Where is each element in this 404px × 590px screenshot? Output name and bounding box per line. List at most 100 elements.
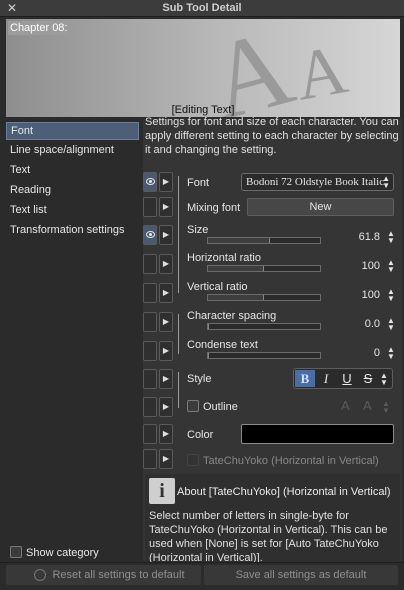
tatechuyoko-row: ▶ TateChuYoko (Horizontal in Vertical)	[143, 449, 402, 471]
horizontal-ratio-spin-icon[interactable]: ▲ ▼	[386, 259, 396, 274]
underline-button[interactable]: U	[337, 370, 357, 387]
save-all-button[interactable]: Save all settings as default	[204, 565, 398, 585]
outline-label: Outline	[203, 401, 238, 413]
size-spin-icon[interactable]: ▲ ▼	[386, 230, 396, 245]
title-bar: ✕ Sub Tool Detail	[0, 0, 404, 17]
expand-arrow-icon[interactable]: ▶	[159, 197, 173, 217]
expand-arrow-icon[interactable]: ▶	[159, 397, 173, 417]
expand-arrow-icon[interactable]: ▶	[159, 225, 173, 245]
reset-icon	[34, 569, 46, 581]
condense-text-label: Condense text	[187, 339, 258, 351]
outline-a-icon[interactable]: A	[341, 398, 350, 413]
outline-a-filled-icon[interactable]: A	[363, 398, 372, 413]
italic-button[interactable]: I	[316, 370, 336, 387]
category-font[interactable]: Font	[6, 122, 139, 140]
category-transformation[interactable]: Transformation settings	[6, 221, 139, 239]
expand-arrow-icon[interactable]: ▶	[159, 449, 173, 469]
eye-icon[interactable]	[143, 397, 157, 417]
eye-icon[interactable]	[143, 312, 157, 332]
horizontal-ratio-value[interactable]: 100	[362, 260, 380, 272]
category-reading[interactable]: Reading	[6, 181, 139, 199]
condense-text-value[interactable]: 0	[374, 347, 380, 359]
size-slider[interactable]	[207, 237, 321, 244]
mixing-font-row: ▶ Mixing font New	[143, 197, 402, 219]
condense-text-spin-icon[interactable]: ▲ ▼	[386, 346, 396, 361]
expand-arrow-icon[interactable]: ▶	[159, 172, 173, 192]
eye-icon[interactable]	[143, 424, 157, 444]
strikethrough-button[interactable]: S	[358, 370, 378, 387]
expand-arrow-icon[interactable]: ▶	[159, 424, 173, 444]
about-text: Select number of letters in single-byte …	[149, 510, 388, 564]
condense-text-slider[interactable]	[207, 352, 321, 359]
category-list: Font Line space/alignment Text Reading T…	[6, 119, 141, 561]
tatechuyoko-toggle[interactable]: TateChuYoko (Horizontal in Vertical)	[187, 454, 379, 467]
character-spacing-spin-icon[interactable]: ▲ ▼	[386, 317, 396, 332]
outline-checkbox[interactable]	[187, 400, 199, 412]
show-category-label: Show category	[26, 547, 99, 559]
eye-icon[interactable]	[143, 449, 157, 469]
horizontal-ratio-label: Horizontal ratio	[187, 252, 261, 264]
vertical-ratio-spin-icon[interactable]: ▲ ▼	[386, 288, 396, 303]
expand-arrow-icon[interactable]: ▶	[159, 254, 173, 274]
category-text-list[interactable]: Text list	[6, 201, 139, 219]
info-icon: i	[149, 478, 175, 504]
expand-arrow-icon[interactable]: ▶	[159, 369, 173, 389]
eye-icon[interactable]	[143, 341, 157, 361]
style-buttons: B I U S ▲ ▼	[293, 368, 393, 389]
expand-arrow-icon[interactable]: ▶	[159, 283, 173, 303]
style-spin-icon[interactable]: ▲ ▼	[379, 372, 389, 387]
vertical-ratio-label: Vertical ratio	[187, 281, 248, 293]
outline-spin-icon[interactable]: ▲ ▼	[381, 400, 391, 415]
font-select-spin-icon: ▲ ▼	[382, 174, 390, 190]
preview-chapter-label: Chapter 08:	[8, 21, 70, 35]
eye-icon[interactable]	[143, 225, 157, 245]
show-category-checkbox[interactable]	[10, 546, 22, 558]
mixing-font-label: Mixing font	[187, 202, 241, 214]
font-select-value: Bodoni 72 Oldstyle Book Italic	[246, 176, 385, 188]
about-heading: About [TateChuYoko] (Horizontal in Verti…	[177, 486, 391, 498]
about-box: i About [TateChuYoko] (Horizontal in Ver…	[145, 474, 400, 564]
footer-bar: Reset all settings to default Save all s…	[0, 562, 404, 590]
outline-buttons: A A ▲ ▼	[335, 396, 393, 416]
style-label: Style	[187, 373, 212, 385]
vertical-ratio-slider[interactable]	[207, 294, 321, 301]
reset-all-button[interactable]: Reset all settings to default	[6, 565, 201, 585]
preview-glyph-large: A	[196, 19, 305, 117]
font-select[interactable]: Bodoni 72 Oldstyle Book Italic ▲ ▼	[241, 173, 394, 191]
bold-button[interactable]: B	[295, 370, 315, 387]
condense-text-row: ▶ Condense text 0 ▲ ▼	[143, 339, 402, 365]
color-swatch[interactable]	[241, 424, 394, 444]
character-spacing-value[interactable]: 0.0	[365, 318, 380, 330]
show-category-toggle[interactable]: Show category	[10, 546, 99, 559]
text-preview: A A Chapter 08: [Editing Text]	[6, 19, 400, 117]
outline-toggle[interactable]: Outline	[187, 400, 238, 413]
character-spacing-slider[interactable]	[207, 323, 321, 330]
size-label: Size	[187, 224, 209, 236]
property-panel: Settings for font and size of each chara…	[143, 116, 402, 564]
category-text[interactable]: Text	[6, 161, 139, 179]
horizontal-ratio-row: ▶ Horizontal ratio 100 ▲ ▼	[143, 252, 402, 278]
outline-row: ▶ Outline A A ▲ ▼	[143, 396, 402, 420]
expand-arrow-icon[interactable]: ▶	[159, 341, 173, 361]
font-row: ▶ Font Bodoni 72 Oldstyle Book Italic ▲ ▼	[143, 172, 402, 236]
eye-icon[interactable]	[143, 369, 157, 389]
window-title: Sub Tool Detail	[162, 2, 242, 14]
vertical-ratio-value[interactable]: 100	[362, 289, 380, 301]
reset-all-label: Reset all settings to default	[52, 569, 185, 581]
eye-icon[interactable]	[143, 197, 157, 217]
horizontal-ratio-slider[interactable]	[207, 265, 321, 272]
character-spacing-label: Character spacing	[187, 310, 277, 322]
eye-icon[interactable]	[143, 172, 157, 192]
category-description: Settings for font and size of each chara…	[145, 116, 399, 156]
tatechuyoko-checkbox[interactable]	[187, 454, 199, 466]
tatechuyoko-label: TateChuYoko (Horizontal in Vertical)	[203, 455, 379, 467]
category-line-space[interactable]: Line space/alignment	[6, 141, 139, 159]
size-row: ▶ Size 61.8 ▲ ▼	[143, 223, 402, 293]
mixing-font-new-button[interactable]: New	[247, 198, 394, 216]
color-row: ▶ Color	[143, 424, 402, 446]
expand-arrow-icon[interactable]: ▶	[159, 312, 173, 332]
color-label: Color	[187, 429, 214, 441]
eye-icon[interactable]	[143, 254, 157, 274]
eye-icon[interactable]	[143, 283, 157, 303]
size-value[interactable]: 61.8	[359, 231, 380, 243]
